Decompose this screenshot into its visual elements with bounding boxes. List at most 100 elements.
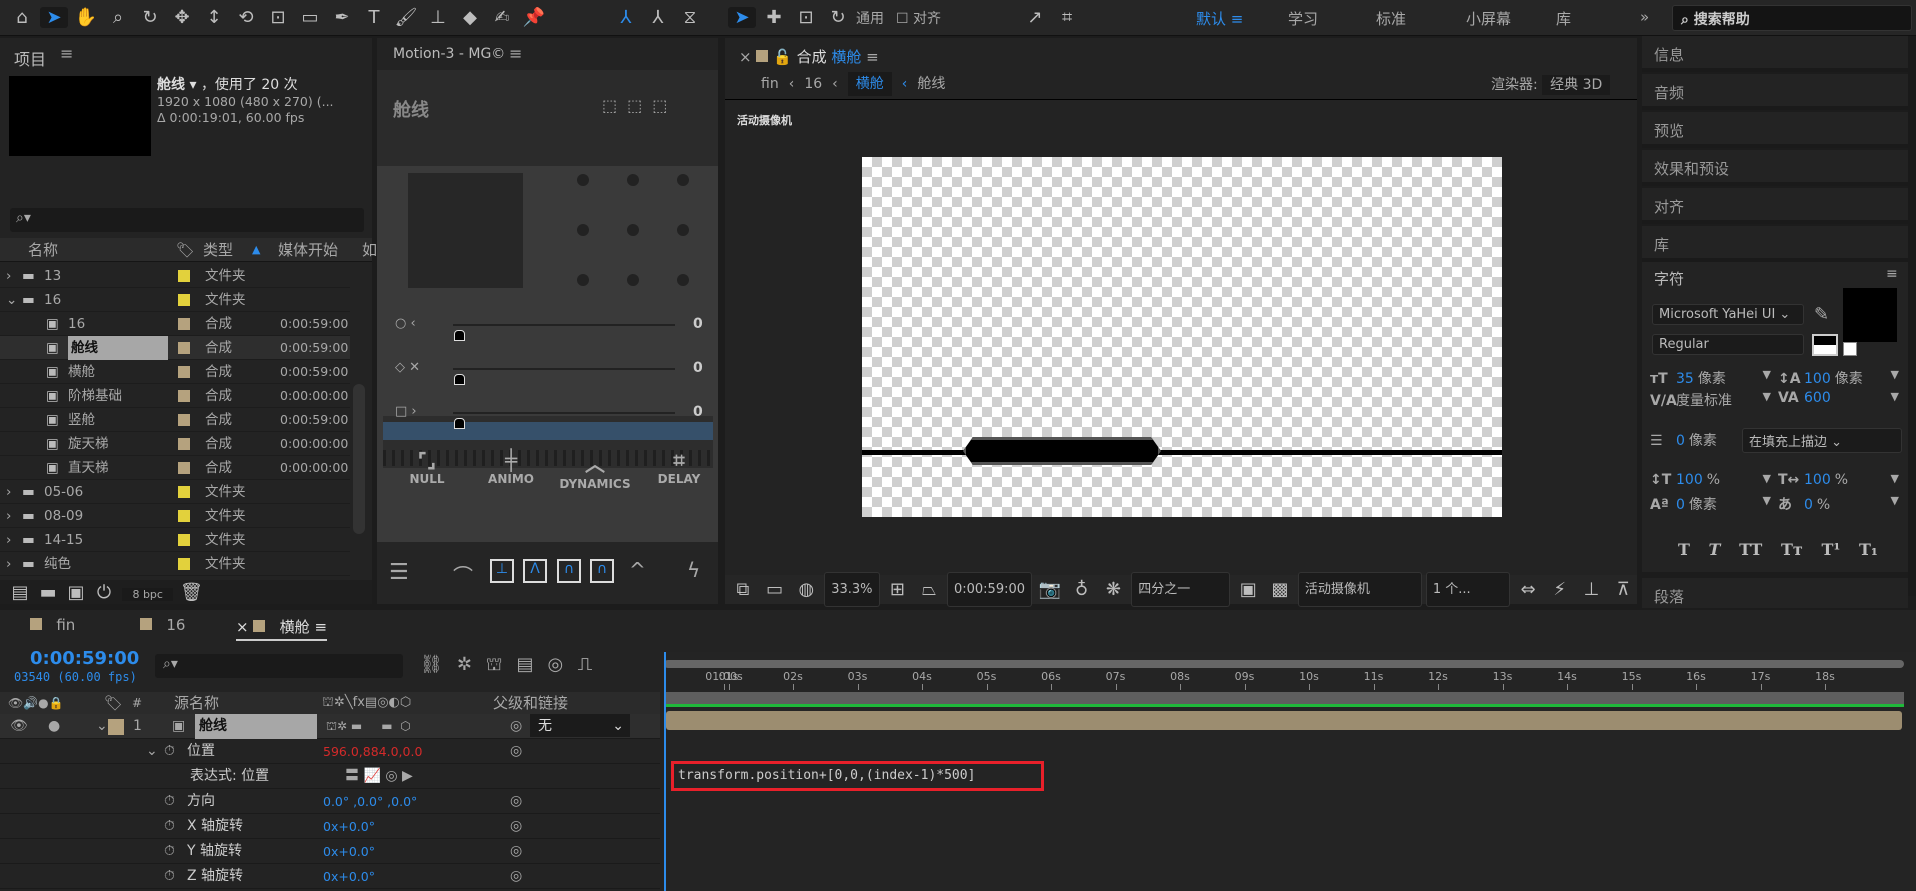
panel-menu-icon[interactable]: ≡: [60, 44, 73, 63]
chevron-right-icon[interactable]: ›: [6, 528, 11, 552]
label-swatch[interactable]: [178, 414, 190, 426]
parent-dropdown[interactable]: 无 ⌄: [530, 714, 630, 737]
pickwhip-icon[interactable]: ◎: [510, 864, 522, 889]
flowchart-icon[interactable]: ⏻: [90, 582, 118, 603]
label-swatch[interactable]: [178, 318, 190, 330]
project-item[interactable]: ▣ 直天梯 合成 0:00:00:00: [0, 456, 350, 480]
camera-dropdown[interactable]: 活动摄像机: [1297, 572, 1422, 607]
axis-world-icon[interactable]: ⅄: [644, 7, 672, 28]
rectangle-icon[interactable]: ▭: [296, 7, 324, 28]
ease-in-icon[interactable]: ∩: [557, 559, 581, 583]
crumb-child[interactable]: 舱线: [917, 72, 945, 96]
interpret-footage-icon[interactable]: ▤: [6, 582, 34, 603]
fast-preview-icon[interactable]: ⚡: [1546, 575, 1574, 604]
playhead[interactable]: [664, 652, 666, 891]
dolly-icon[interactable]: ↕: [200, 7, 228, 28]
more-workspaces-icon[interactable]: »: [1640, 8, 1649, 26]
pickwhip-icon[interactable]: ◎: [510, 814, 522, 839]
brush-icon[interactable]: 🖌: [392, 7, 420, 28]
workspace-1[interactable]: 学习: [1288, 8, 1318, 29]
slider-icon[interactable]: ◇ ✕: [395, 360, 420, 375]
layer-switches[interactable]: ⛫✲ ▬ ▬ ⬡: [326, 714, 411, 739]
mask-icon[interactable]: ◍: [792, 575, 820, 604]
col-more[interactable]: 如: [362, 238, 377, 262]
stopwatch-icon[interactable]: ⏱: [164, 739, 175, 764]
label-tag-icon[interactable]: 🏷: [104, 692, 123, 714]
label-swatch[interactable]: [178, 438, 190, 450]
roto-brush-icon[interactable]: ✍: [488, 7, 516, 28]
project-item[interactable]: ▣ 横舱 合成 0:00:59:00: [0, 360, 350, 384]
label-swatch[interactable]: [178, 558, 190, 570]
zoom-dropdown[interactable]: 33.3%: [824, 572, 880, 607]
leading[interactable]: ↕A 100 像素 ▼: [1778, 368, 1903, 388]
stopwatch-icon[interactable]: ⏱: [164, 789, 175, 814]
ease-in-out-icon[interactable]: Λ: [523, 559, 547, 583]
panel-tab[interactable]: 预览: [1642, 112, 1908, 148]
text-style-button[interactable]: T¹: [1821, 540, 1840, 559]
anchor-icon[interactable]: ⊡: [264, 7, 292, 28]
label-tag-icon[interactable]: 🏷: [176, 238, 195, 262]
work-area-bar[interactable]: [664, 660, 1904, 668]
col-media-start[interactable]: 媒体开始: [278, 238, 338, 262]
monitor-icon[interactable]: ▭: [761, 575, 789, 604]
col-parent-link[interactable]: 父级和链接: [493, 692, 568, 714]
fill-stroke-swatch[interactable]: [1812, 334, 1838, 356]
selection-icon[interactable]: ➤: [40, 7, 68, 28]
menu-icon[interactable]: ☰: [389, 560, 409, 585]
label-swatch[interactable]: [178, 534, 190, 546]
slider-icon[interactable]: □ ›: [395, 404, 417, 419]
axis-local-icon[interactable]: ⅄: [612, 7, 640, 28]
show-snapshot-icon[interactable]: ♁: [1068, 575, 1096, 604]
roi-icon[interactable]: ⏢: [915, 575, 943, 604]
slider-handle[interactable]: [454, 418, 465, 429]
fill-color[interactable]: [1843, 288, 1897, 342]
anchor-point-dot[interactable]: [577, 274, 589, 286]
label-swatch[interactable]: [178, 390, 190, 402]
pan-icon[interactable]: ✥: [168, 7, 196, 28]
property-row[interactable]: 表达式: 位置 〓 📈 ◎ ▶: [0, 764, 660, 789]
property-row[interactable]: ⌄ ⏱ 位置 596.0,884.0,0.0 ◎: [0, 739, 660, 764]
3d-rotate-icon[interactable]: ↻: [824, 7, 852, 28]
label-swatch[interactable]: [178, 486, 190, 498]
motion-header-buttons[interactable]: ⬚⬚⬚: [602, 96, 677, 115]
stopwatch-icon[interactable]: ⏱: [164, 839, 175, 864]
panel-tab[interactable]: 音频: [1642, 74, 1908, 110]
solo-icon[interactable]: ●: [48, 714, 60, 739]
comp-tab[interactable]: × 🔓 合成 横舱 ≡: [739, 46, 879, 67]
tracking[interactable]: VA 600 ▼: [1778, 390, 1903, 406]
chevron-right-icon[interactable]: ›: [6, 264, 11, 288]
anchor-grid[interactable]: [577, 174, 689, 286]
slider-handle[interactable]: [454, 374, 465, 385]
ease-linear-icon[interactable]: ⊥: [490, 559, 514, 583]
chevron-down-icon[interactable]: ⌄: [6, 288, 17, 312]
label-swatch[interactable]: [178, 366, 190, 378]
slider-icon[interactable]: ○ ‹: [395, 316, 416, 331]
label-swatch[interactable]: [178, 270, 190, 282]
project-item[interactable]: ⌄ ▬ 16 文件夹: [0, 288, 350, 312]
panel-menu-icon[interactable]: ≡: [509, 44, 522, 63]
anchor-point-dot[interactable]: [577, 174, 589, 186]
chevron-right-icon[interactable]: ›: [6, 552, 11, 576]
eraser-icon[interactable]: ◆: [456, 7, 484, 28]
flowchart-icon[interactable]: ⊼: [1609, 575, 1637, 604]
right-scrollbar[interactable]: [1908, 36, 1916, 596]
stopwatch-icon[interactable]: ⏱: [164, 814, 175, 839]
timeline-search-input[interactable]: ⌕▾: [155, 654, 403, 678]
rotate-icon[interactable]: ⟲: [232, 7, 260, 28]
layer-bar[interactable]: [666, 711, 1902, 730]
workspace-2[interactable]: 标准: [1376, 8, 1406, 29]
font-size[interactable]: тT 35 像素 ▼: [1650, 368, 1775, 388]
anchor-point-dot[interactable]: [677, 224, 689, 236]
horizontal-scale[interactable]: T↔ 100% ▼: [1778, 472, 1903, 488]
comp-canvas[interactable]: [862, 157, 1502, 517]
expression-controls[interactable]: 〓 📈 ◎ ▶: [345, 764, 413, 789]
baseline-shift[interactable]: Aª 0 像素 ▼: [1650, 494, 1775, 514]
property-row[interactable]: ⏱ Z 轴旋转 0x+0.0° ◎: [0, 864, 660, 889]
panel-tab[interactable]: 库: [1642, 226, 1908, 262]
channels-icon[interactable]: ❋: [1100, 575, 1128, 604]
pickwhip-icon[interactable]: ◎: [510, 714, 522, 739]
new-folder-icon[interactable]: ▬: [34, 582, 62, 603]
trash-icon[interactable]: 🗑: [177, 582, 205, 603]
timeline-tab[interactable]: 16: [140, 616, 185, 634]
property-value[interactable]: 0x+0.0°: [323, 864, 375, 889]
